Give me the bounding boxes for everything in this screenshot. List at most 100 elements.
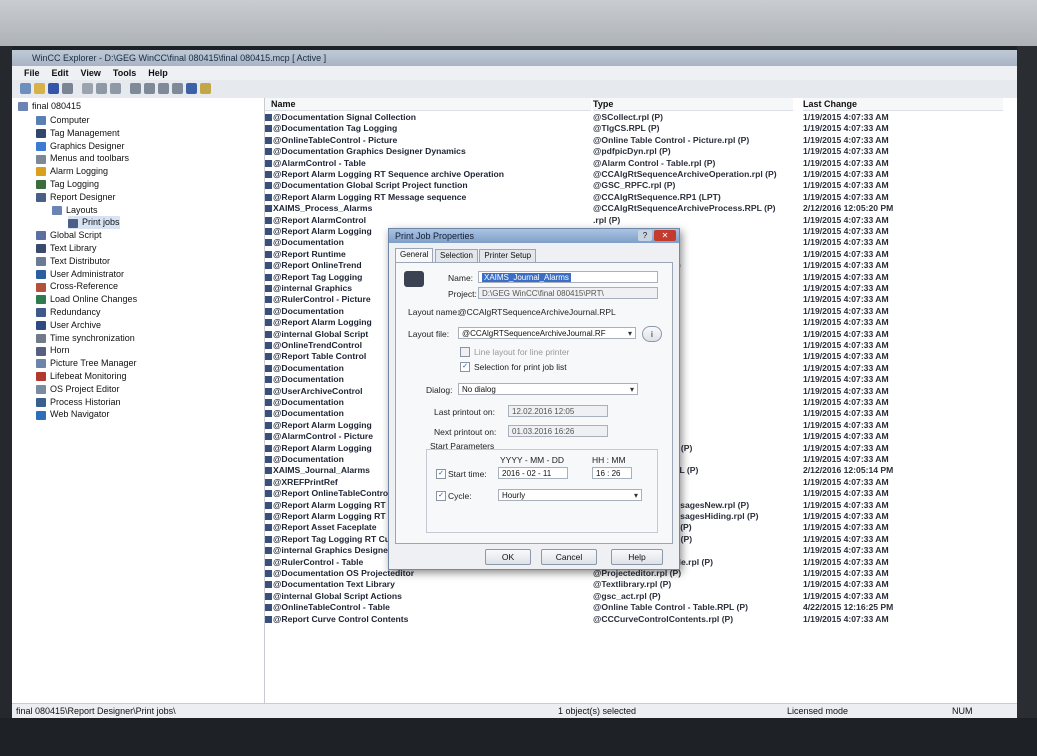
menu-item-3[interactable]: Tools (113, 68, 136, 78)
cancel-button[interactable]: Cancel (541, 549, 597, 565)
tree-item-12[interactable]: User Administrator (36, 268, 124, 281)
dialog-title: Print Job Properties (389, 229, 679, 243)
tab-selection[interactable]: Selection (434, 249, 478, 262)
menu-item-1[interactable]: Edit (52, 68, 69, 78)
table-row[interactable]: @Report Alarm Logging RT Sequence archiv… (265, 169, 1005, 180)
ok-button[interactable]: OK (485, 549, 531, 565)
tree-item-icon (36, 269, 46, 279)
help-button[interactable]: Help (611, 549, 663, 565)
close-icon[interactable]: ✕ (654, 230, 676, 241)
cycle-select[interactable]: Hourly (498, 489, 642, 501)
menu-item-2[interactable]: View (81, 68, 101, 78)
cut-icon[interactable] (82, 83, 93, 94)
tree-item-11[interactable]: Text Distributor (36, 255, 110, 268)
tree-item-16[interactable]: User Archive (36, 319, 101, 332)
tree-item-0[interactable]: Computer (36, 114, 90, 127)
layout-info-button[interactable]: i (642, 326, 662, 342)
details-view-icon[interactable] (172, 83, 183, 94)
tree-item-4[interactable]: Alarm Logging (36, 165, 108, 178)
tree-item-8[interactable]: Print jobs (68, 216, 120, 230)
tree-item-5[interactable]: Tag Logging (36, 178, 99, 191)
table-row[interactable]: @internal Global Script Actions @gsc_act.… (265, 591, 1005, 602)
open-icon[interactable] (34, 83, 45, 94)
tree-item-label: Time synchronization (50, 332, 135, 343)
tree-item-21[interactable]: OS Project Editor (36, 383, 120, 396)
column-type[interactable]: Type (593, 98, 793, 111)
layout-file-combo[interactable]: @CCAlgRTSequenceArchiveJournal.RF (458, 327, 636, 339)
row-name: @Report Alarm Logging RT Message sequenc… (273, 191, 467, 202)
row-name: @XREFPrintRef (273, 476, 338, 487)
table-row[interactable]: @Report AlarmControl .rpl (P) 1/19/2015 4:… (265, 215, 1005, 226)
tree-item-18[interactable]: Horn (36, 344, 70, 357)
selection-print-job-checkbox[interactable]: ✓ (460, 362, 470, 372)
help-icon[interactable] (200, 83, 211, 94)
line-layout-checkbox[interactable] (460, 347, 470, 357)
tree-item-20[interactable]: Lifebeat Monitoring (36, 370, 127, 383)
tree-item-2[interactable]: Graphics Designer (36, 140, 125, 153)
tree-item-22[interactable]: Process Historian (36, 396, 121, 409)
tree-item-icon (36, 333, 46, 343)
table-row[interactable]: @Documentation Signal Collection @SCollec… (265, 112, 1005, 123)
tree-item-1[interactable]: Tag Management (36, 127, 120, 140)
column-last-change[interactable]: Last Change (803, 98, 1003, 111)
properties-icon[interactable] (186, 83, 197, 94)
table-row[interactable]: @OnlineTableControl - Table @Online Table… (265, 602, 1005, 613)
copy-icon[interactable] (96, 83, 107, 94)
table-row[interactable]: @AlarmControl - Table @Alarm Control - Ta… (265, 158, 1005, 169)
table-row[interactable]: @OnlineTableControl - Picture @Online Tab… (265, 135, 1005, 146)
row-type: @CCAlgRtSequenceArchiveProcess.RPL (P) (593, 203, 776, 214)
start-time-field[interactable]: 16 : 26 (592, 467, 632, 479)
table-row[interactable]: XAIMS_Process_Alarms @CCAlgRtSequenceArch… (265, 203, 1005, 214)
dialog-select[interactable]: No dialog (458, 383, 638, 395)
table-row[interactable]: @Report Curve Control Contents @CCCurveCo… (265, 614, 1005, 625)
large-icons-icon[interactable] (130, 83, 141, 94)
row-name: @Report OnlineTableControl (273, 488, 391, 499)
small-icons-icon[interactable] (144, 83, 155, 94)
tab-printer-setup[interactable]: Printer Setup (479, 249, 537, 262)
print-job-icon (265, 228, 272, 235)
tree-item-19[interactable]: Picture Tree Manager (36, 357, 137, 370)
row-name: @OnlineTrendControl (273, 340, 363, 350)
tree-item-icon (52, 205, 62, 215)
row-last-change: 1/19/2015 4:07:33 AM (803, 385, 889, 396)
start-date-field[interactable]: 2016 - 02 - 11 (498, 467, 568, 479)
tree-root[interactable]: final 080415 (18, 100, 81, 113)
run-icon[interactable] (62, 83, 73, 94)
tree-item-icon (36, 256, 46, 266)
tree-item-3[interactable]: Menus and toolbars (36, 152, 129, 165)
list-view-icon[interactable] (158, 83, 169, 94)
table-row[interactable]: @Report Alarm Logging RT Message sequenc… (265, 192, 1005, 203)
table-row[interactable]: @Documentation Tag Logging @TlgCS.RPL (P)… (265, 123, 1005, 134)
printer-icon (404, 271, 424, 287)
paste-icon[interactable] (110, 83, 121, 94)
tree-item-9[interactable]: Global Script (36, 229, 102, 242)
tree-item-label: Menus and toolbars (50, 153, 130, 164)
cycle-checkbox[interactable]: ✓ (436, 491, 446, 501)
tree-item-15[interactable]: Redundancy (36, 306, 101, 319)
tree-item-label: Tag Logging (50, 179, 100, 189)
column-name[interactable]: Name (265, 98, 591, 111)
tree-item-13[interactable]: Cross-Reference (36, 280, 118, 293)
menu-item-0[interactable]: File (24, 68, 40, 78)
tree-item-23[interactable]: Web Navigator (36, 408, 109, 421)
start-time-label: Start time: (448, 469, 487, 479)
tree-item-label: User Archive (50, 319, 102, 330)
new-icon[interactable] (20, 83, 31, 94)
layout-file-label: Layout file: (408, 329, 450, 339)
tree-item-label: Horn (50, 345, 70, 356)
menu-item-4[interactable]: Help (148, 68, 168, 78)
help-icon[interactable]: ? (638, 230, 652, 241)
tab-general[interactable]: General (395, 248, 434, 262)
tree-item-17[interactable]: Time synchronization (36, 332, 135, 345)
name-field[interactable]: XAIMS_Journal_Alarms (478, 271, 658, 283)
tree-item-7[interactable]: Layouts (52, 204, 98, 217)
tree-item-14[interactable]: Load Online Changes (36, 293, 137, 306)
table-row[interactable]: @Documentation Graphics Designer Dynamic… (265, 146, 1005, 157)
table-row[interactable]: @Documentation Text Library @Textlibrary.… (265, 579, 1005, 590)
tree-item-6[interactable]: Report Designer (36, 191, 116, 204)
table-row[interactable]: @Documentation Global Script Project fun… (265, 180, 1005, 191)
start-time-checkbox[interactable]: ✓ (436, 469, 446, 479)
tree-item-10[interactable]: Text Library (36, 242, 97, 255)
tree-item-label: Computer (50, 115, 90, 125)
stop-icon[interactable] (48, 83, 59, 94)
